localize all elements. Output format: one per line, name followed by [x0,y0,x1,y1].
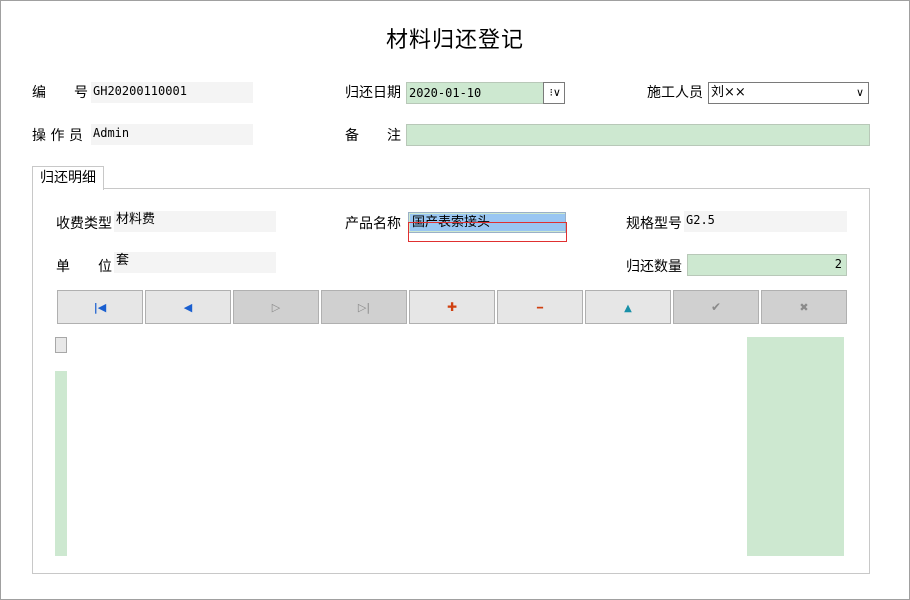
worker-label: 施工人员 [647,85,703,101]
spec-label: 规格型号 [626,216,682,232]
first-record-button[interactable]: |◀ [57,290,143,324]
edit-record-button[interactable]: ▲ [585,290,671,324]
remark-field[interactable] [406,124,870,146]
spec-field[interactable]: G2.5 [684,211,847,232]
return-date-label: 归还日期 [345,85,401,101]
product-label: 产品名称 [345,216,401,232]
grid-indicator-cell[interactable] [55,337,67,353]
prev-record-button[interactable]: ◀ [145,290,231,324]
return-date-field[interactable]: 2020-01-10 [406,82,544,104]
worker-select-value: 刘×× [711,85,746,100]
operator-label: 操 作 员 [32,128,83,144]
next-record-icon: ▷ [271,301,281,314]
minus-icon: ━ [536,303,544,314]
remark-label: 备 注 [345,128,401,144]
fee-type-label: 收费类型 [56,216,112,232]
fee-type-field[interactable]: 材料费 [114,211,276,232]
page-title: 材料归还登记 [385,28,524,53]
grid-left-column [55,371,67,556]
delete-record-button[interactable]: ━ [497,290,583,324]
prev-record-icon: ◀ [183,301,193,314]
x-icon: ✖ [799,301,809,314]
details-panel [32,188,870,574]
focus-outline [408,222,567,242]
next-record-button[interactable]: ▷ [233,290,319,324]
code-field[interactable]: GH20200110001 [91,82,253,103]
checkmark-icon: ✔ [710,300,722,314]
qty-field[interactable]: 2 [687,254,847,276]
code-label: 编 号 [32,85,88,101]
chevron-down-icon: ∨ [855,86,864,99]
tab-return-details[interactable]: 归还明细 [32,166,104,190]
last-record-button[interactable]: ▷| [321,290,407,324]
last-record-icon: ▷| [357,301,371,314]
qty-label: 归还数量 [626,259,682,275]
plus-icon: ✚ [446,300,458,314]
chevron-down-icon: ⁝∨ [549,86,561,99]
add-record-button[interactable]: ✚ [409,290,495,324]
unit-field[interactable]: 套 [114,252,276,273]
date-dropdown-button[interactable]: ⁝∨ [543,82,565,104]
post-record-button[interactable]: ✔ [673,290,759,324]
up-triangle-icon: ▲ [624,303,632,314]
grid-right-column [747,337,844,556]
unit-label: 单 位 [56,259,112,275]
worker-select[interactable]: 刘×× ∨ [708,82,869,104]
cancel-record-button[interactable]: ✖ [761,290,847,324]
operator-field[interactable]: Admin [91,124,253,145]
first-record-icon: |◀ [93,301,107,314]
